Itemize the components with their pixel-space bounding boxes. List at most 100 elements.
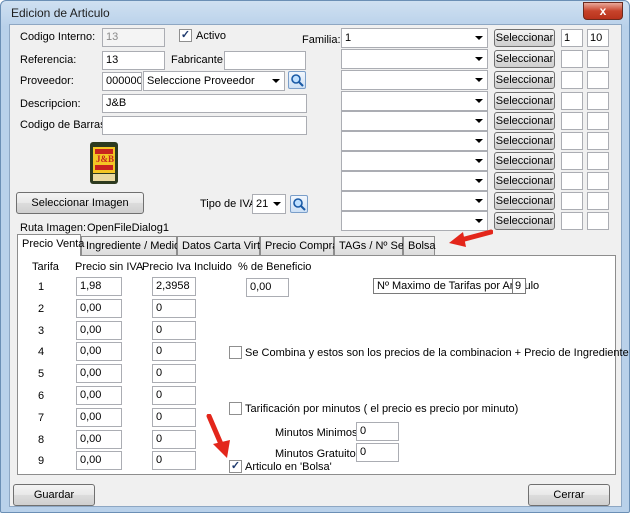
familia-field-b[interactable] [587, 50, 609, 68]
familia-field-b[interactable] [587, 71, 609, 89]
tipo-iva-select[interactable]: 21 [252, 194, 286, 214]
precio-iva-incluido-field[interactable]: 0 [152, 451, 196, 471]
descripcion-field[interactable]: J&B [102, 94, 307, 113]
familia-field-a[interactable] [561, 152, 583, 170]
codigo-barras-label: Codigo de Barras: [20, 119, 109, 131]
minutos-gratuitos-field[interactable]: 0 [356, 443, 399, 462]
familia-select-button[interactable]: Seleccionar [494, 71, 555, 89]
header-precio-iva-incluido: Precio Iva Incluido [142, 261, 232, 273]
codigo-interno-label: Codigo Interno: [20, 31, 96, 43]
precio-iva-incluido-field[interactable]: 2,3958 [152, 277, 196, 296]
precio-iva-incluido-field[interactable]: 0 [152, 429, 196, 449]
familia-field-a[interactable]: 1 [561, 29, 583, 47]
precio-sin-iva-field[interactable]: 1,98 [76, 277, 122, 296]
tarifa-number: 9 [38, 455, 45, 468]
familia-field-a[interactable] [561, 71, 583, 89]
beneficio-field[interactable]: 0,00 [246, 278, 289, 297]
precio-sin-iva-field[interactable]: 0,00 [76, 298, 122, 318]
tab-precio-compra[interactable]: Precio Compra [260, 236, 338, 255]
familia-field-b[interactable] [587, 112, 609, 130]
familia-field-a[interactable] [561, 92, 583, 110]
articulo-bolsa-checkbox[interactable]: ✓ [229, 460, 242, 473]
proveedor-search-button[interactable] [288, 71, 306, 89]
familia-select-button[interactable]: Seleccionar [494, 192, 555, 210]
precio-sin-iva-field[interactable]: 0,00 [76, 320, 122, 340]
cerrar-button[interactable]: Cerrar [528, 484, 610, 506]
chevron-down-icon [475, 199, 483, 203]
tab-ingrediente-medidas[interactable]: Ingrediente / Medidas [81, 236, 192, 255]
minutos-minimos-field[interactable]: 0 [356, 422, 399, 441]
familia-select-button[interactable]: Seleccionar [494, 152, 555, 170]
familia-select-button[interactable]: Seleccionar [494, 92, 555, 110]
fabricante-field[interactable] [224, 51, 306, 70]
activo-label: Activo [196, 30, 226, 42]
search-icon [291, 74, 304, 87]
referencia-field[interactable]: 13 [102, 51, 165, 70]
chevron-down-icon [475, 78, 483, 82]
precio-sin-iva-field[interactable]: 0,00 [76, 429, 122, 449]
se-combina-checkbox[interactable] [229, 346, 242, 359]
tab-datos-carta-virtual[interactable]: Datos Carta Virtual [177, 236, 275, 255]
familia-field-a[interactable] [561, 50, 583, 68]
precio-sin-iva-field[interactable]: 0,00 [76, 386, 122, 405]
product-logo-text: J&B [96, 154, 114, 164]
guardar-button[interactable]: Guardar [13, 484, 95, 506]
max-tarifas-value[interactable]: 9 [512, 278, 526, 294]
select-image-button[interactable]: Seleccionar Imagen [16, 192, 144, 214]
tarifa-number: 6 [38, 390, 45, 402]
familia-select-button[interactable]: Seleccionar [494, 212, 555, 230]
iva-search-button[interactable] [290, 195, 308, 213]
chevron-down-icon [475, 57, 483, 61]
activo-checkbox[interactable]: ✓ [179, 29, 192, 42]
precio-sin-iva-field[interactable]: 0,00 [76, 342, 122, 362]
max-tarifas-label-box: Nº Maximo de Tarifas por Articulo [373, 278, 539, 294]
familia-field-b[interactable] [587, 192, 609, 210]
proveedor-code-field[interactable]: 000000 [102, 72, 142, 91]
precio-iva-incluido-field[interactable]: 0 [152, 342, 196, 362]
familia-select[interactable]: 1 [341, 28, 488, 48]
codigo-barras-field[interactable] [102, 116, 307, 135]
familia-select-button[interactable]: Seleccionar [494, 112, 555, 130]
familia-select[interactable] [341, 151, 488, 171]
precio-sin-iva-field[interactable]: 0,00 [76, 407, 122, 427]
precio-iva-incluido-field[interactable]: 0 [152, 320, 196, 340]
familia-field-b[interactable]: 10 [587, 29, 609, 47]
precio-iva-incluido-field[interactable]: 0 [152, 298, 196, 318]
familia-select[interactable] [341, 191, 488, 211]
familia-select[interactable] [341, 131, 488, 151]
codigo-interno-field[interactable]: 13 [102, 28, 165, 47]
familia-select[interactable] [341, 171, 488, 191]
precio-iva-incluido-field[interactable]: 0 [152, 364, 196, 384]
familia-field-b[interactable] [587, 92, 609, 110]
tarifa-number: 4 [38, 346, 45, 359]
close-window-button[interactable]: x [583, 2, 623, 20]
tab-bolsa[interactable]: Bolsa [403, 236, 436, 255]
precio-sin-iva-field[interactable]: 0,00 [76, 451, 122, 471]
familia-field-b[interactable] [587, 172, 609, 190]
familia-field-a[interactable] [561, 172, 583, 190]
familia-select-button[interactable]: Seleccionar [494, 29, 555, 47]
familia-select[interactable] [341, 70, 488, 90]
tab-tags-n-serie[interactable]: TAGs / Nº Serie [334, 236, 416, 255]
familia-field-a[interactable] [561, 212, 583, 230]
familia-select-button[interactable]: Seleccionar [494, 172, 555, 190]
precio-iva-incluido-field[interactable]: 0 [152, 407, 196, 427]
familia-select[interactable] [341, 91, 488, 111]
tab-precio-venta[interactable]: Precio Venta [17, 234, 84, 256]
proveedor-select[interactable]: Seleccione Proveedor [143, 71, 285, 91]
familia-field-a[interactable] [561, 132, 583, 150]
precio-sin-iva-field[interactable]: 0,00 [76, 364, 122, 384]
familia-select-button[interactable]: Seleccionar [494, 50, 555, 68]
familia-field-b[interactable] [587, 132, 609, 150]
familia-field-b[interactable] [587, 212, 609, 230]
product-image: J&B [82, 141, 126, 185]
precio-iva-incluido-field[interactable]: 0 [152, 386, 196, 405]
familia-select[interactable] [341, 111, 488, 131]
familia-select-button[interactable]: Seleccionar [494, 132, 555, 150]
familia-field-b[interactable] [587, 152, 609, 170]
familia-field-a[interactable] [561, 112, 583, 130]
header-tarifa: Tarifa [32, 261, 59, 273]
familia-field-a[interactable] [561, 192, 583, 210]
familia-select[interactable] [341, 49, 488, 69]
ruta-imagen-value: OpenFileDialog1 [87, 222, 169, 234]
